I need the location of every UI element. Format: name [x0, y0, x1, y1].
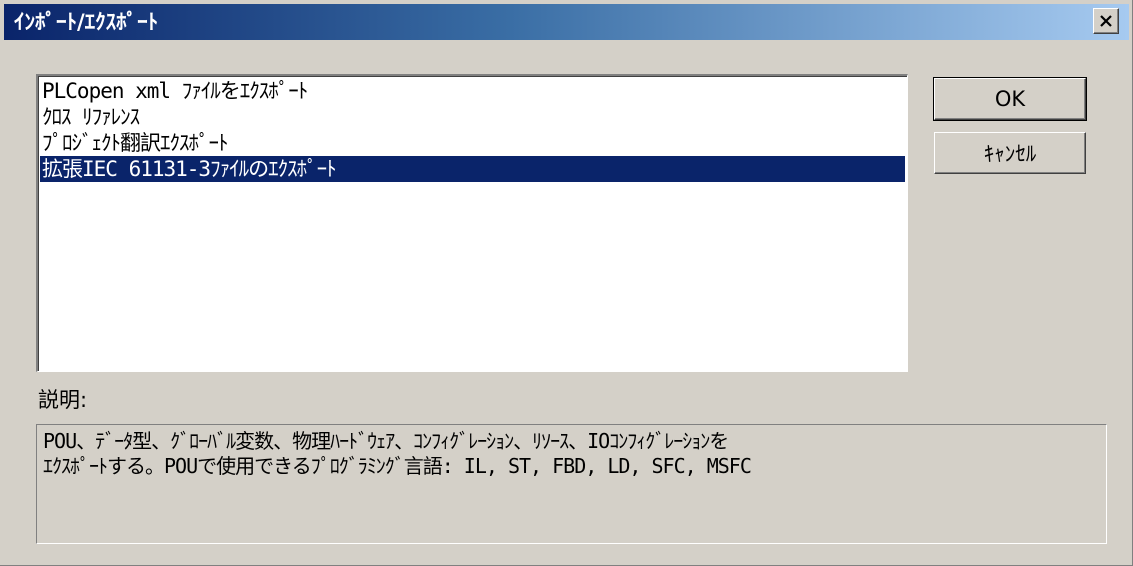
title-bar[interactable]: ｲﾝﾎﾟｰﾄ/ｴｸｽﾎﾟｰﾄ	[4, 4, 1129, 40]
export-options-list[interactable]: PLCopen xml ﾌｧｲﾙをｴｸｽﾎﾟｰﾄ ｸﾛｽ ﾘﾌｧﾚﾝｽ ﾌﾟﾛｼ…	[36, 74, 908, 372]
ok-button[interactable]: OK	[933, 77, 1087, 121]
cancel-button[interactable]: ｷｬﾝｾﾙ	[934, 132, 1086, 174]
list-item-project-translation[interactable]: ﾌﾟﾛｼﾞｪｸﾄ翻訳ｴｸｽﾎﾟｰﾄ	[40, 130, 905, 156]
description-line-2: ｴｸｽﾎﾟｰﾄする。POUで使用できるﾌﾟﾛｸﾞﾗﾐﾝｸﾞ言語: IL, ST,…	[43, 454, 752, 478]
import-export-dialog: ｲﾝﾎﾟｰﾄ/ｴｸｽﾎﾟｰﾄ PLCopen xml ﾌｧｲﾙをｴｸｽﾎﾟｰﾄ …	[0, 0, 1133, 566]
list-item-cross-reference[interactable]: ｸﾛｽ ﾘﾌｧﾚﾝｽ	[40, 104, 905, 130]
close-icon	[1100, 15, 1112, 27]
list-item-plcopen-xml[interactable]: PLCopen xml ﾌｧｲﾙをｴｸｽﾎﾟｰﾄ	[40, 78, 905, 104]
close-button[interactable]	[1093, 8, 1119, 34]
description-label: 説明:	[38, 388, 88, 412]
window-title: ｲﾝﾎﾟｰﾄ/ｴｸｽﾎﾟｰﾄ	[14, 10, 159, 34]
list-item-extended-iec-export[interactable]: 拡張IEC 61131-3ﾌｧｲﾙのｴｸｽﾎﾟｰﾄ	[40, 156, 905, 182]
description-line-1: POU、ﾃﾞｰﾀ型、ｸﾞﾛｰﾊﾞﾙ変数、物理ﾊｰﾄﾞｳｪｱ、ｺﾝﾌｨｸﾞﾚｰｼｮ…	[43, 429, 729, 453]
description-box: POU、ﾃﾞｰﾀ型、ｸﾞﾛｰﾊﾞﾙ変数、物理ﾊｰﾄﾞｳｪｱ、ｺﾝﾌｨｸﾞﾚｰｼｮ…	[36, 424, 1107, 544]
